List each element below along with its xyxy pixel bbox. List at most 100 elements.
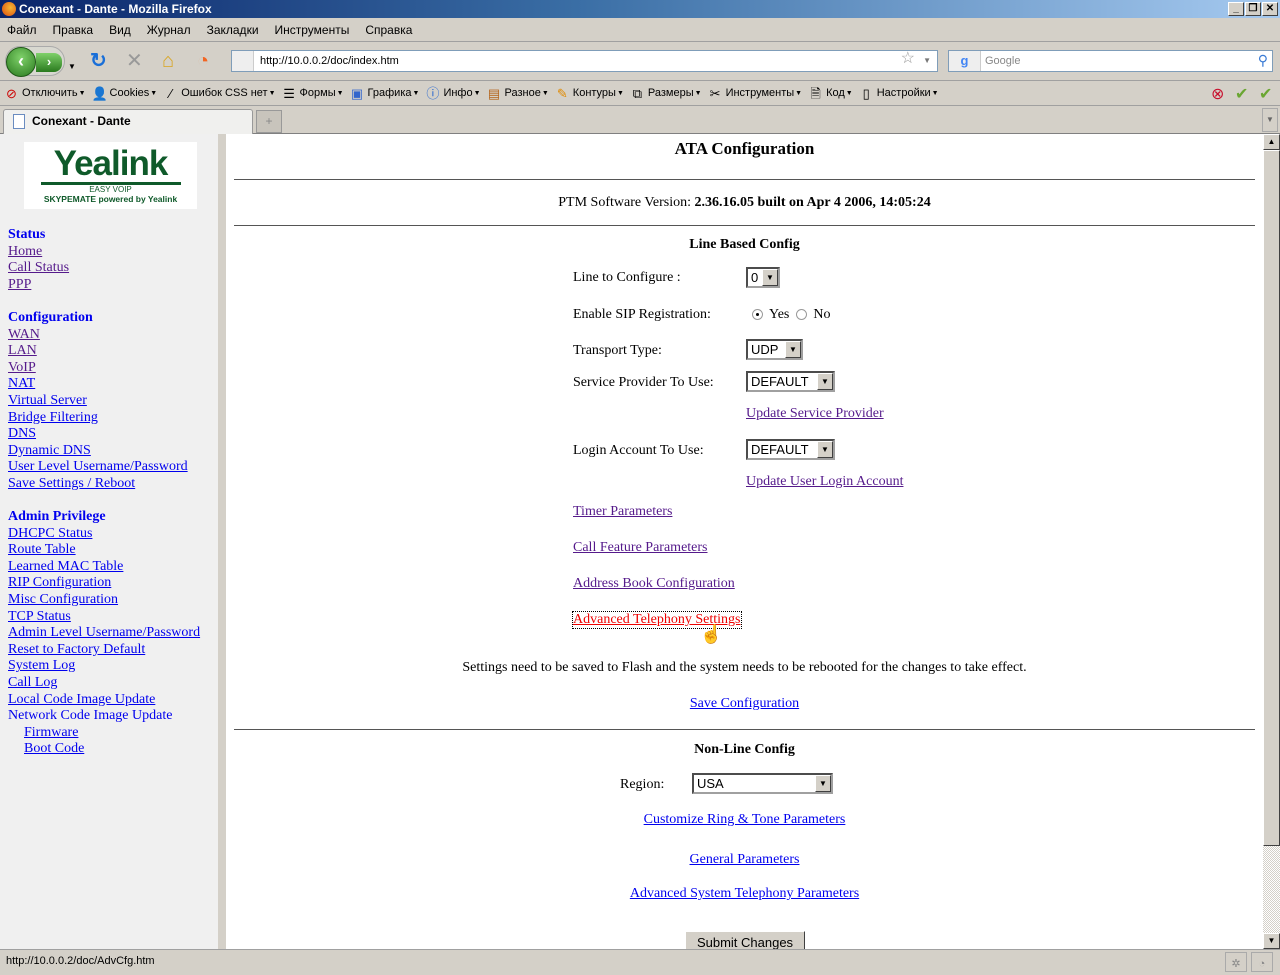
sip-yes-radio[interactable] [752, 309, 763, 321]
url-bar[interactable]: http://10.0.0.2/doc/index.htm ☆ ▼ [231, 50, 938, 72]
sidebar-link-call-status[interactable]: Call Status [8, 260, 200, 277]
scroll-up-button[interactable]: ▲ [1263, 134, 1280, 150]
sidebar-nav: Status Home Call Status PPP Configuratio… [8, 227, 200, 758]
devbar-tools[interactable]: ✂ Инструменты ▼ [708, 86, 802, 101]
menu-view[interactable]: Вид [109, 23, 131, 37]
sidebar-link-factory-reset[interactable]: Reset to Factory Default [8, 642, 200, 659]
address-book-link[interactable]: Address Book Configuration [573, 576, 735, 592]
devbar-css[interactable]: ⁄ Ошибок CSS нет ▼ [163, 86, 276, 101]
sidebar-link-user-password[interactable]: User Level Username/Password [8, 459, 200, 476]
chevron-down-icon: ▼ [815, 775, 831, 792]
devbar-info[interactable]: ⓘ Инфо ▼ [425, 86, 480, 101]
devbar-resize[interactable]: ⧉ Размеры ▼ [630, 86, 702, 101]
tab-list-button[interactable]: ▼ [1262, 108, 1278, 132]
provider-label: Service Provider To Use: [573, 375, 714, 390]
check-icon[interactable]: ✔ [1259, 84, 1272, 104]
minimize-button[interactable]: _ [1228, 2, 1244, 16]
save-notice: Settings need to be saved to Flash and t… [462, 660, 1027, 675]
url-dropdown-icon[interactable]: ▼ [923, 51, 931, 71]
sidebar-link-route-table[interactable]: Route Table [8, 542, 200, 559]
menu-file[interactable]: Файл [7, 23, 37, 37]
sidebar-link-voip[interactable]: VoIP [8, 360, 200, 377]
sidebar-link-dhcpc-status[interactable]: DHCPC Status [8, 526, 200, 543]
chevron-down-icon: ▼ [817, 373, 833, 390]
advanced-system-telephony-link[interactable]: Advanced System Telephony Parameters [630, 886, 859, 901]
call-feature-link[interactable]: Call Feature Parameters [573, 540, 708, 556]
line-select[interactable]: 0 ▼ [746, 267, 780, 288]
firebug-icon[interactable]: ✲ [1225, 952, 1247, 972]
general-parameters-link[interactable]: General Parameters [690, 852, 800, 867]
sidebar-link-home[interactable]: Home [8, 244, 200, 261]
menu-tools[interactable]: Инструменты [275, 23, 350, 37]
restore-button[interactable]: ❐ [1245, 2, 1261, 16]
settings-icon: ▯ [862, 85, 870, 101]
web-developer-toolbar: ⊘ Отключить ▼ 👤 Cookies ▼ ⁄ Ошибок CSS нет ▼ ☰… [0, 81, 1280, 106]
forward-button[interactable]: › [36, 53, 62, 72]
devbar-images[interactable]: ▣ Графика ▼ [350, 86, 420, 101]
search-icon[interactable]: ⚲ [1258, 50, 1268, 70]
image-icon: ▣ [350, 85, 364, 101]
reload-icon[interactable]: ↻ [90, 51, 107, 71]
history-dropdown-icon[interactable]: ▼ [68, 57, 76, 77]
devbar-options[interactable]: ▯ Настройки ▼ [859, 86, 939, 101]
devbar-outline[interactable]: ✎ Контуры ▼ [555, 86, 624, 101]
submit-changes-button[interactable]: Submit Changes [685, 931, 805, 949]
sidebar-link-admin-password[interactable]: Admin Level Username/Password [8, 625, 200, 642]
sidebar-link-save-reboot[interactable]: Save Settings / Reboot [8, 476, 200, 493]
stop-icon[interactable]: ✕ [126, 51, 143, 71]
sidebar-link-wan[interactable]: WAN [8, 327, 200, 344]
menu-bookmarks[interactable]: Закладки [207, 23, 259, 37]
timer-parameters-link[interactable]: Timer Parameters [573, 504, 672, 520]
check-icon[interactable]: ✔ [1235, 84, 1248, 104]
devbar-misc[interactable]: ▤ Разное ▼ [487, 86, 549, 101]
back-button[interactable]: ‹ [6, 47, 36, 77]
login-select[interactable]: DEFAULT ▼ [746, 439, 835, 460]
sidebar-link-dns[interactable]: DNS [8, 426, 200, 443]
devbar-disable[interactable]: ⊘ Отключить ▼ [4, 86, 86, 101]
sidebar-link-firmware[interactable]: Firmware [8, 725, 200, 742]
devbar-forms[interactable]: ☰ Формы ▼ [282, 86, 343, 101]
update-login-link[interactable]: Update User Login Account [746, 474, 903, 490]
sidebar-link-system-log[interactable]: System Log [8, 658, 200, 675]
vertical-scrollbar[interactable]: ▲ ▼ [1263, 134, 1280, 949]
menu-help[interactable]: Справка [365, 23, 412, 37]
sidebar-link-local-image-update[interactable]: Local Code Image Update [8, 692, 200, 709]
update-provider-link[interactable]: Update Service Provider [746, 406, 884, 422]
menu-edit[interactable]: Правка [53, 23, 94, 37]
sidebar-link-call-log[interactable]: Call Log [8, 675, 200, 692]
tab-conexant-dante[interactable]: Conexant - Dante [3, 109, 253, 134]
sidebar-link-tcp-status[interactable]: TCP Status [8, 609, 200, 626]
sidebar-link-dynamic-dns[interactable]: Dynamic DNS [8, 443, 200, 460]
ring-tone-link[interactable]: Customize Ring & Tone Parameters [644, 812, 846, 827]
save-configuration-link[interactable]: Save Configuration [690, 696, 799, 711]
sidebar-link-bridge-filtering[interactable]: Bridge Filtering [8, 410, 200, 427]
devbar-cookies[interactable]: 👤 Cookies ▼ [92, 86, 158, 101]
close-button[interactable]: ✕ [1262, 2, 1278, 16]
sidebar-link-mac-table[interactable]: Learned MAC Table [8, 559, 200, 576]
hand-cursor-icon: ☝ [700, 624, 723, 644]
transport-select[interactable]: UDP ▼ [746, 339, 803, 360]
region-select[interactable]: USA ▼ [692, 773, 833, 794]
sidebar-link-ppp[interactable]: PPP [8, 277, 200, 294]
sidebar-link-misc-config[interactable]: Misc Configuration [8, 592, 200, 609]
sip-no-radio[interactable] [796, 309, 808, 321]
provider-select[interactable]: DEFAULT ▼ [746, 371, 835, 392]
rss-icon[interactable]: ◔ [1251, 952, 1273, 972]
sidebar-link-virtual-server[interactable]: Virtual Server [8, 393, 200, 410]
scroll-down-button[interactable]: ▼ [1263, 933, 1280, 949]
window-title: Conexant - Dante - Mozilla Firefox [19, 2, 212, 16]
rss-icon[interactable]: ◔ [197, 51, 209, 71]
menu-history[interactable]: Журнал [147, 23, 191, 37]
devbar-source[interactable]: 🗎 Код ▼ [808, 86, 852, 101]
error-icon[interactable]: ⊗ [1211, 84, 1224, 104]
home-icon[interactable]: ⌂ [162, 51, 174, 71]
sidebar-link-rip-config[interactable]: RIP Configuration [8, 575, 200, 592]
bookmark-star-icon[interactable]: ☆ [901, 49, 915, 69]
scroll-thumb[interactable] [1263, 150, 1280, 846]
sidebar-link-boot-code[interactable]: Boot Code [8, 741, 200, 758]
sidebar-link-lan[interactable]: LAN [8, 343, 200, 360]
search-input[interactable]: g Google ⚲ [948, 50, 1273, 72]
google-icon[interactable]: g [949, 51, 981, 71]
new-tab-button[interactable]: + [256, 110, 282, 133]
sidebar-link-nat[interactable]: NAT [8, 376, 200, 393]
